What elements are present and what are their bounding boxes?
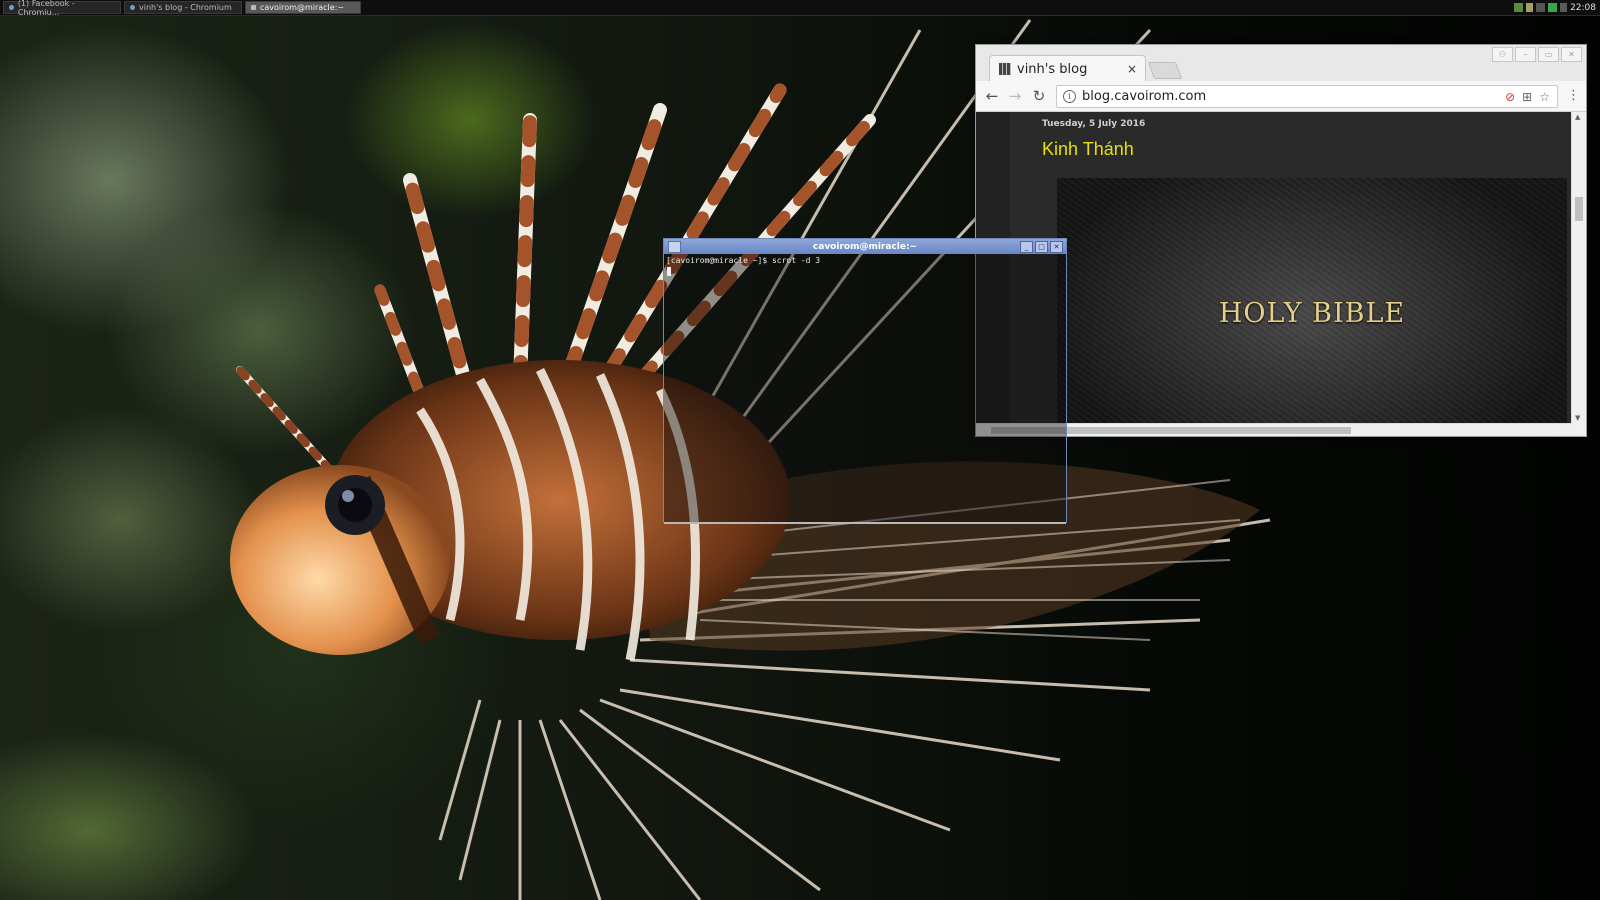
url-text: blog.cavoirom.com [1082, 89, 1207, 104]
close-tab-icon[interactable]: × [1127, 62, 1137, 76]
bookmark-star-icon[interactable]: ☆ [1539, 90, 1550, 104]
address-bar[interactable]: i blog.cavoirom.com ⊘ ⊞ ☆ [1056, 85, 1558, 108]
chromium-icon [9, 5, 14, 10]
reload-button[interactable]: ↻ [1029, 86, 1049, 106]
terminal-body[interactable]: [cavoirom@miracle ~]$ scrot -d 3 [664, 254, 1066, 524]
network-icon[interactable] [1526, 3, 1534, 12]
info-icon[interactable]: i [1063, 90, 1076, 103]
terminal-icon [251, 5, 256, 10]
tab-blog[interactable]: vinh's blog × [989, 55, 1146, 82]
system-tray: 22:08 [1511, 0, 1600, 15]
new-tab-button[interactable] [1147, 62, 1183, 79]
forward-button[interactable]: → [1005, 86, 1025, 106]
user-profile-icon[interactable]: ⚇ [1492, 47, 1513, 62]
update-icon[interactable] [1514, 3, 1524, 12]
maximize-button[interactable]: ▭ [1538, 47, 1559, 62]
scroll-up-icon[interactable]: ▲ [1575, 113, 1580, 121]
vertical-scrollbar[interactable]: ▲ ▼ [1571, 112, 1586, 423]
maximize-button[interactable]: □ [1035, 241, 1048, 253]
post-date: Tuesday, 5 July 2016 [1042, 119, 1146, 129]
post-title[interactable]: Kinh Thánh [1042, 139, 1134, 160]
window-controls: ⚇ – ▭ ✕ [1490, 47, 1582, 62]
scroll-down-icon[interactable]: ▼ [1575, 414, 1580, 422]
terminal-title: cavoirom@miracle:~ [812, 241, 918, 252]
taskbar-item-label: (1) Facebook - Chromiu... [17, 0, 75, 17]
battery-icon[interactable] [1536, 3, 1546, 12]
favicon-icon [999, 63, 1011, 75]
terminal-titlebar[interactable]: cavoirom@miracle:~ _ □ ✕ [664, 239, 1066, 254]
close-window-button[interactable]: ✕ [1561, 47, 1582, 62]
terminal-window: cavoirom@miracle:~ _ □ ✕ [cavoirom@mirac… [663, 238, 1067, 524]
volume-icon[interactable] [1560, 3, 1568, 12]
close-button[interactable]: ✕ [1050, 241, 1063, 253]
terminal-window-controls: _ □ ✕ [1018, 241, 1063, 253]
blocked-popup-icon[interactable]: ⊘ [1505, 90, 1515, 104]
back-button[interactable]: ← [982, 86, 1002, 106]
browser-toolbar: ← → ↻ i blog.cavoirom.com ⊘ ⊞ ☆ ⋮ [976, 81, 1586, 112]
browser-titlebar[interactable]: vinh's blog × ⚇ – ▭ ✕ [976, 45, 1586, 82]
terminal-prompt-line: [cavoirom@miracle ~]$ scrot -d 3 [666, 256, 821, 265]
minimize-button[interactable]: _ [1020, 241, 1033, 253]
bluetooth-icon[interactable] [1548, 3, 1558, 12]
window-menu-icon[interactable] [668, 241, 681, 253]
omnibox-actions: ⊘ ⊞ ☆ [1505, 90, 1557, 104]
hero-image-text: HOLY BIBLE [1218, 298, 1406, 329]
chromium-icon [130, 5, 135, 10]
minimize-button[interactable]: – [1515, 47, 1536, 62]
top-panel: (1) Facebook - Chromiu... vinh's blog - … [0, 0, 1600, 17]
translate-icon[interactable]: ⊞ [1522, 90, 1532, 104]
tab-title: vinh's blog [1017, 61, 1088, 77]
taskbar-item-label: vinh's blog - Chromium [139, 3, 232, 12]
post-image: HOLY BIBLE [1057, 178, 1567, 423]
taskbar-item-facebook[interactable]: (1) Facebook - Chromiu... [3, 0, 121, 17]
clock[interactable]: 22:08 [1570, 3, 1596, 13]
taskbar-item-label: cavoirom@miracle:~ [260, 3, 345, 12]
taskbar-item-blog[interactable]: vinh's blog - Chromium [124, 1, 242, 14]
scrollbar-thumb[interactable] [1575, 197, 1583, 221]
terminal-cursor [667, 267, 671, 276]
taskbar-item-terminal[interactable]: cavoirom@miracle:~ [245, 1, 361, 14]
menu-kebab-icon[interactable]: ⋮ [1567, 88, 1580, 103]
